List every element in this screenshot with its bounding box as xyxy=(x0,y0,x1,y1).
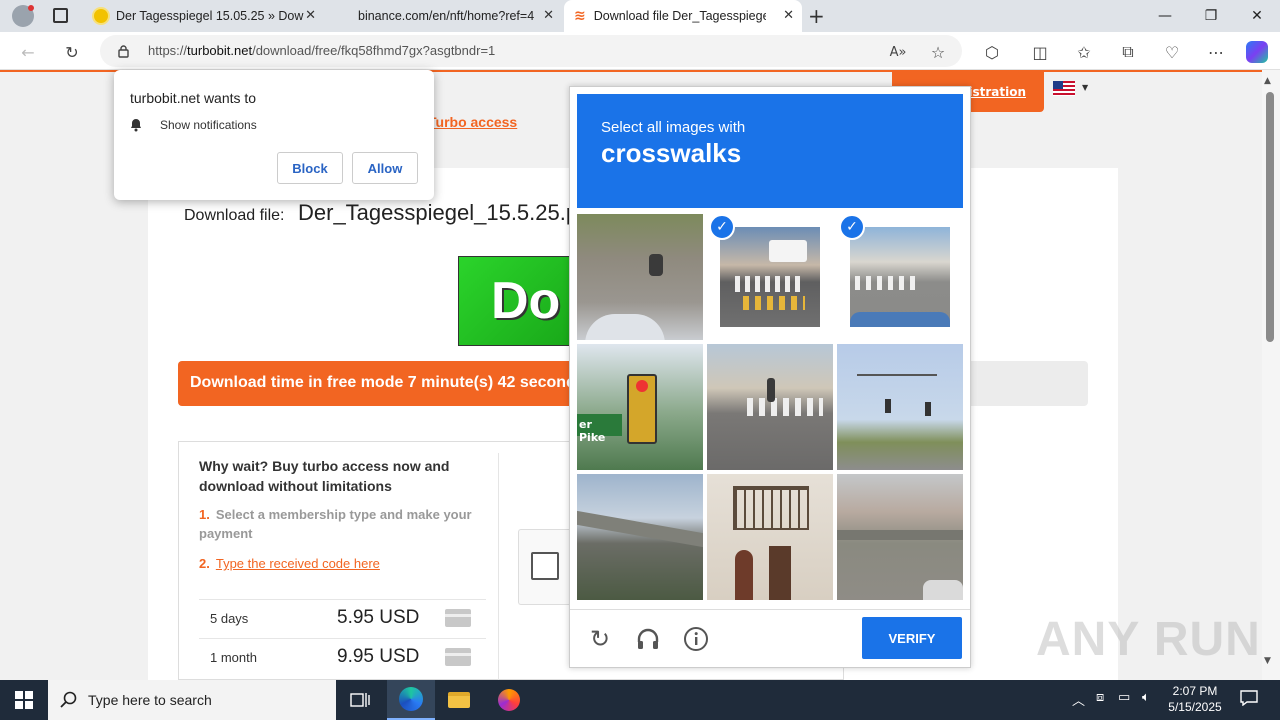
copilot-icon[interactable] xyxy=(1246,41,1268,63)
enter-code-link[interactable]: Type the received code here xyxy=(216,556,380,571)
captcha-instruction: Select all images with xyxy=(601,119,746,136)
captcha-footer-divider xyxy=(570,609,970,610)
new-tab-button[interactable]: + xyxy=(808,4,825,28)
download-file-label: Download file: xyxy=(184,207,285,224)
reload-icon[interactable]: ↻ xyxy=(585,624,615,654)
firefox-icon[interactable] xyxy=(485,680,533,720)
taskbar-clock[interactable]: 2:07 PM 5/15/2025 xyxy=(1160,683,1230,715)
captcha-tile-7[interactable] xyxy=(577,474,703,600)
step-2: 2. Type the received code here xyxy=(199,556,380,571)
captcha-tile-5[interactable] xyxy=(707,344,833,470)
tab-binance[interactable]: binance.com/en/nft/home?ref=4 ✕ xyxy=(330,0,562,32)
search-placeholder: Type here to search xyxy=(88,692,212,708)
us-flag-icon[interactable] xyxy=(1053,81,1075,96)
notification-title: turbobit.net wants to xyxy=(130,90,257,106)
captcha-checkbox[interactable] xyxy=(531,552,559,580)
anyrun-watermark: ANY RUN xyxy=(1036,613,1261,666)
url-text: https://turbobit.net/download/free/fkq58… xyxy=(148,43,496,58)
close-tab-icon[interactable]: ✕ xyxy=(543,8,554,23)
tab-title: binance.com/en/nft/home?ref=4 xyxy=(358,9,535,23)
tab-tagesspiegel[interactable]: Der Tagesspiegel 15.05.25 » Down ✕ xyxy=(84,0,324,32)
banner-text: Do xyxy=(491,272,561,330)
notification-permission: Show notifications xyxy=(160,118,257,132)
allow-button[interactable]: Allow xyxy=(352,152,418,184)
tray-device-icon[interactable]: ⧈ xyxy=(1096,690,1104,705)
collections-icon[interactable]: ⧉ xyxy=(1116,40,1140,64)
scroll-up-icon[interactable]: ▲ xyxy=(1264,76,1271,86)
extensions-icon[interactable]: ⬡ xyxy=(980,40,1004,64)
selected-check-icon: ✓ xyxy=(839,214,865,240)
captcha-tile-6[interactable] xyxy=(837,344,963,470)
close-tab-icon[interactable]: ✕ xyxy=(783,8,794,23)
credit-card-icon xyxy=(445,648,471,666)
step-1: 1. Select a membership type and make your… xyxy=(199,507,472,541)
captcha-target: crosswalks xyxy=(601,138,742,168)
verify-button[interactable]: VERIFY xyxy=(862,617,962,659)
tab-download-file[interactable]: ≋ Download file Der_Tagesspiegel_1 ✕ xyxy=(564,0,802,32)
lock-icon[interactable] xyxy=(118,43,129,58)
selected-check-icon: ✓ xyxy=(709,214,735,240)
scrollbar-thumb[interactable] xyxy=(1266,92,1274,342)
volume-icon[interactable]: 🔈︎ xyxy=(1142,690,1150,705)
workspaces-icon[interactable] xyxy=(53,8,68,23)
info-icon[interactable] xyxy=(681,624,711,654)
file-name: Der_Tagesspiegel_15.5.25.pdf xyxy=(298,200,597,225)
file-explorer-icon[interactable] xyxy=(435,680,483,720)
notifications-center-icon[interactable] xyxy=(1240,690,1258,710)
minimize-icon[interactable]: — xyxy=(1142,0,1188,32)
close-tab-icon[interactable]: ✕ xyxy=(305,8,316,23)
bell-icon xyxy=(130,117,142,132)
windows-start-icon[interactable] xyxy=(0,680,48,720)
why-wait-heading: Why wait? Buy turbo access now and downl… xyxy=(199,458,450,494)
task-view-icon[interactable] xyxy=(336,680,384,720)
restore-icon[interactable]: ❐ xyxy=(1188,0,1234,32)
captcha-tile-9[interactable] xyxy=(837,474,963,600)
credit-card-icon xyxy=(445,609,471,627)
turbo-access-link[interactable]: Turbo access xyxy=(428,114,517,130)
tray-chevron-up-icon[interactable]: ︿ xyxy=(1072,690,1085,709)
headphones-icon[interactable] xyxy=(633,624,663,654)
price-row-1-month[interactable]: 1 month 9.95 USD xyxy=(199,638,486,676)
block-button[interactable]: Block xyxy=(277,152,343,184)
browser-essentials-icon[interactable]: ♡ xyxy=(1160,40,1184,64)
clock-date: 5/15/2025 xyxy=(1168,700,1222,714)
close-window-icon[interactable]: ✕ xyxy=(1234,0,1280,32)
tab-title: Der Tagesspiegel 15.05.25 » Down xyxy=(116,9,304,23)
read-aloud-icon[interactable]: A» xyxy=(886,40,910,64)
back-icon[interactable]: ← xyxy=(16,40,40,64)
edge-taskbar-icon[interactable] xyxy=(387,680,435,720)
divider xyxy=(498,453,499,680)
captcha-tile-4[interactable]: er Pike xyxy=(577,344,703,470)
download-banner[interactable]: Do xyxy=(458,256,574,346)
captcha-tile-1[interactable] xyxy=(577,214,703,340)
split-screen-icon[interactable]: ◫ xyxy=(1028,40,1052,64)
sun-icon xyxy=(94,9,108,23)
price-row-5-days[interactable]: 5 days 5.95 USD xyxy=(199,599,486,637)
more-options-icon[interactable]: ⋯ xyxy=(1204,40,1228,64)
chevron-down-icon[interactable]: ▼ xyxy=(1082,83,1088,92)
scroll-down-icon[interactable]: ▼ xyxy=(1264,656,1271,666)
captcha-tile-8[interactable] xyxy=(707,474,833,600)
clock-time: 2:07 PM xyxy=(1172,684,1218,698)
turbobit-icon: ≋ xyxy=(574,8,586,24)
download-time-notice: Download time in free mode 7 minute(s) 4… xyxy=(178,361,574,406)
refresh-icon[interactable]: ↻ xyxy=(60,40,84,64)
profile-notification-dot xyxy=(28,5,34,11)
search-icon xyxy=(60,691,78,713)
favorite-star-icon[interactable]: ☆ xyxy=(926,40,950,64)
favorites-icon[interactable]: ✩ xyxy=(1072,40,1096,64)
tab-title: Download file Der_Tagesspiegel_1 xyxy=(593,9,766,23)
network-icon[interactable]: ▭ xyxy=(1118,690,1130,705)
